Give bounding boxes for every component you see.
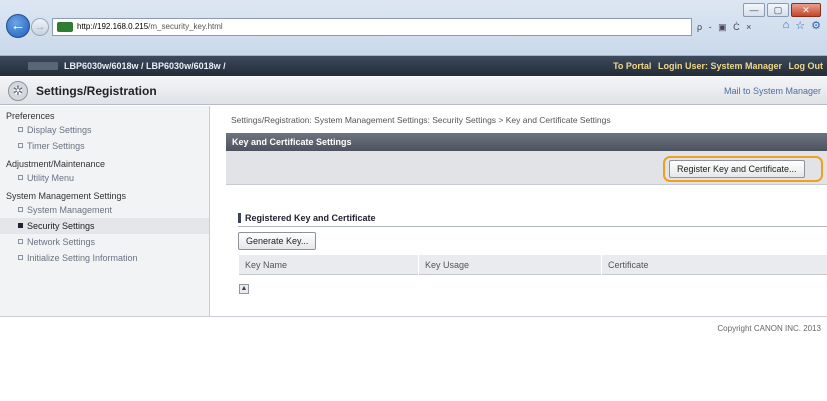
close-window-button[interactable]: ✕ bbox=[791, 3, 821, 17]
device-model: LBP6030w/6018w / LBP6030w/6018w / bbox=[64, 61, 226, 71]
title-bar: ✲ Settings/Registration Mail to System M… bbox=[0, 77, 827, 105]
divider bbox=[238, 226, 827, 227]
copyright: Copyright CANON INC. 2013 bbox=[717, 324, 821, 333]
logout-link[interactable]: Log Out bbox=[789, 61, 824, 71]
gear-tools-icon[interactable]: ⚙ bbox=[811, 19, 821, 32]
sidebar-heading-system-management: System Management Settings bbox=[6, 191, 127, 201]
column-header-key-usage: Key Usage bbox=[418, 255, 601, 275]
register-key-and-certificate-button[interactable]: Register Key and Certificate... bbox=[669, 160, 805, 178]
favicon-icon bbox=[57, 22, 73, 32]
breadcrumb: Settings/Registration: System Management… bbox=[231, 115, 611, 125]
bullet-icon bbox=[18, 223, 23, 228]
bullet-icon bbox=[18, 207, 23, 212]
window-controls: — ▢ ✕ bbox=[743, 3, 821, 17]
sidebar-item-initialize-setting-information[interactable]: Initialize Setting Information bbox=[0, 250, 209, 266]
star-icon[interactable]: ☆ bbox=[795, 19, 805, 32]
sidebar-heading-adjustment: Adjustment/Maintenance bbox=[6, 159, 106, 169]
column-header-certificate: Certificate bbox=[601, 255, 801, 275]
sidebar: Preferences Display Settings Timer Setti… bbox=[0, 106, 210, 316]
login-user-label: Login User: System Manager bbox=[657, 61, 782, 71]
bullet-icon bbox=[18, 143, 23, 148]
register-highlight: Register Key and Certificate... bbox=[663, 156, 823, 182]
canon-logo bbox=[28, 62, 58, 70]
home-icon[interactable]: ⌂ bbox=[783, 19, 790, 32]
generate-key-button[interactable]: Generate Key... bbox=[238, 232, 317, 250]
footer-divider bbox=[0, 316, 827, 317]
url-host: http://192.168.0.215 bbox=[77, 22, 149, 31]
maximize-button[interactable]: ▢ bbox=[767, 3, 789, 17]
section-header: Key and Certificate Settings bbox=[226, 133, 827, 151]
address-tools[interactable]: ρ - ▣ Ċ × bbox=[697, 18, 753, 36]
back-arrow-icon[interactable]: ← bbox=[6, 14, 30, 38]
sidebar-item-timer-settings[interactable]: Timer Settings bbox=[0, 138, 209, 154]
sidebar-item-utility-menu[interactable]: Utility Menu bbox=[0, 170, 209, 186]
url-path: /m_security_key.html bbox=[148, 22, 223, 31]
section-toolbar: Register Key and Certificate... bbox=[226, 151, 827, 185]
address-bar[interactable]: http://192.168.0.215/m_security_key.html bbox=[52, 18, 692, 36]
table-header: Key Name Key Usage Certificate bbox=[238, 255, 827, 275]
scroll-to-top-icon[interactable]: ▲ bbox=[239, 284, 249, 294]
mail-to-system-manager-link[interactable]: Mail to System Manager bbox=[724, 86, 821, 96]
forward-arrow-icon[interactable]: → bbox=[31, 18, 49, 36]
sidebar-item-label: Utility Menu bbox=[27, 173, 75, 183]
device-bar-links: To Portal Login User: System Manager Log… bbox=[609, 56, 823, 76]
to-portal-link[interactable]: To Portal bbox=[613, 61, 651, 71]
sidebar-item-label: Security Settings bbox=[27, 221, 95, 231]
bullet-icon bbox=[18, 127, 23, 132]
sidebar-item-label: Initialize Setting Information bbox=[27, 253, 138, 263]
bullet-icon bbox=[18, 239, 23, 244]
page-title: Settings/Registration bbox=[36, 84, 157, 98]
subsection-title: Registered Key and Certificate bbox=[238, 213, 376, 223]
sidebar-item-label: Network Settings bbox=[27, 237, 96, 247]
sidebar-item-label: System Management bbox=[27, 205, 113, 215]
toolbar-icons: ⌂ ☆ ⚙ bbox=[783, 19, 821, 32]
bullet-icon bbox=[18, 255, 23, 260]
sidebar-item-label: Display Settings bbox=[27, 125, 92, 135]
browser-chrome: — ▢ ✕ ← → http://192.168.0.215/m_securit… bbox=[0, 0, 827, 56]
bullet-icon bbox=[18, 175, 23, 180]
column-header-key-name: Key Name bbox=[238, 255, 418, 275]
sidebar-item-label: Timer Settings bbox=[27, 141, 85, 151]
minimize-button[interactable]: — bbox=[743, 3, 765, 17]
sidebar-item-system-management[interactable]: System Management bbox=[0, 202, 209, 218]
sidebar-heading-preferences: Preferences bbox=[6, 111, 55, 121]
settings-gear-icon: ✲ bbox=[8, 81, 28, 101]
sidebar-item-security-settings[interactable]: Security Settings bbox=[0, 218, 209, 234]
sidebar-item-network-settings[interactable]: Network Settings bbox=[0, 234, 209, 250]
sidebar-item-display-settings[interactable]: Display Settings bbox=[0, 122, 209, 138]
device-bar: LBP6030w/6018w / LBP6030w/6018w / To Por… bbox=[0, 56, 827, 76]
